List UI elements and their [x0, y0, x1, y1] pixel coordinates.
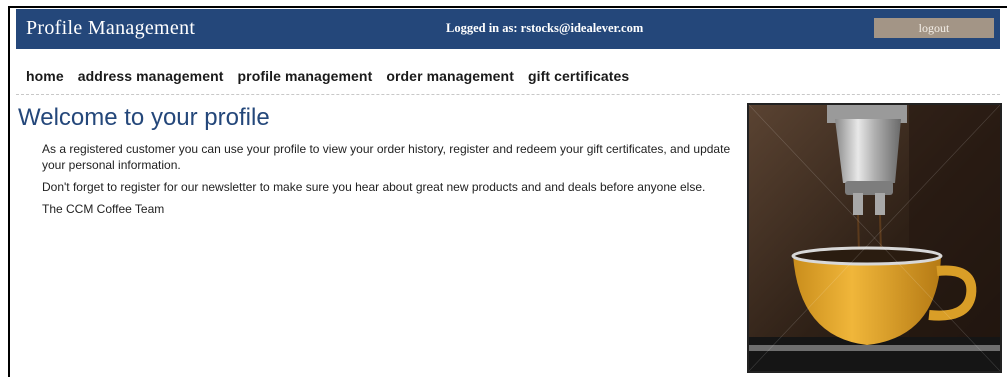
page-title: Welcome to your profile: [18, 104, 270, 131]
nav-home[interactable]: home: [26, 68, 64, 84]
nav-divider: [16, 94, 1000, 95]
welcome-content: As a registered customer you can use you…: [42, 141, 742, 223]
logged-in-status: Logged in as: rstocks@idealever.com: [446, 21, 644, 35]
welcome-paragraph: As a registered customer you can use you…: [42, 142, 731, 172]
coffee-photo: [747, 103, 1002, 373]
app-title: Profile Management: [26, 17, 196, 39]
nav-order-management[interactable]: order management: [386, 68, 514, 84]
coffee-cup-illustration: [749, 105, 1000, 371]
nav-profile-management[interactable]: profile management: [238, 68, 373, 84]
nav-gift-certificates[interactable]: gift certificates: [528, 68, 629, 84]
logout-button[interactable]: logout: [874, 18, 994, 38]
main-nav: home address management profile management…: [26, 68, 643, 88]
nav-address-management[interactable]: address management: [78, 68, 224, 84]
newsletter-paragraph: Don't forget to register for our newslet…: [42, 180, 706, 194]
app-header: Profile Management Logged in as: rstocks…: [16, 9, 1000, 49]
signature: The CCM Coffee Team: [42, 202, 165, 216]
